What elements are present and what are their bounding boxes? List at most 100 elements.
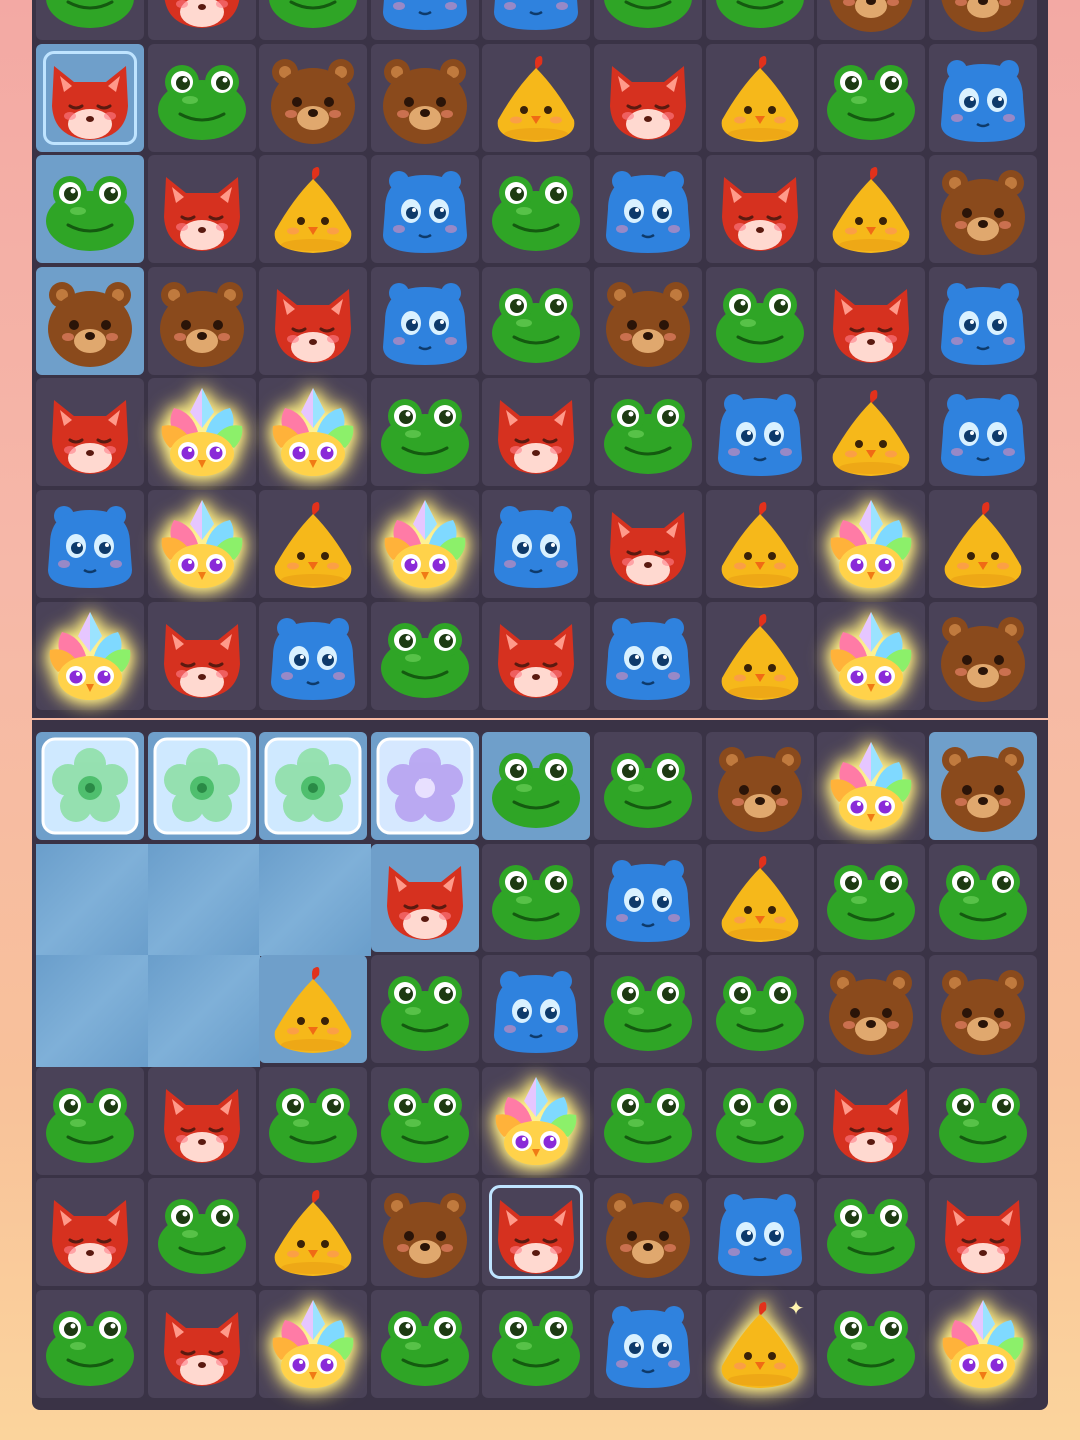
hippo-icon[interactable] [486, 959, 586, 1059]
chick-icon[interactable] [710, 48, 810, 148]
bottom-cell-r1-c5[interactable] [594, 843, 702, 952]
top-cell-r5-c6[interactable] [705, 490, 814, 598]
bottom-cell-r5-c4[interactable] [482, 1290, 591, 1398]
bear-icon[interactable] [375, 1182, 475, 1282]
frog-icon[interactable] [821, 1294, 921, 1394]
bottom-cell-r1-c3[interactable] [370, 843, 479, 952]
bottom-cell-r4-c3[interactable] [370, 1178, 479, 1287]
owl-icon[interactable] [152, 494, 252, 594]
frog-icon[interactable] [598, 0, 698, 36]
fox-icon[interactable] [486, 382, 586, 482]
chick-icon[interactable] [710, 606, 810, 706]
top-cell-r1-c6[interactable] [705, 43, 814, 152]
fox-icon[interactable] [152, 1071, 252, 1171]
owl-icon[interactable] [821, 736, 921, 836]
bottom-cell-r2-c0[interactable] [36, 955, 148, 1068]
frog-icon[interactable] [152, 1182, 252, 1282]
owl-icon[interactable] [263, 382, 363, 482]
fox-icon[interactable] [152, 159, 252, 259]
frog-icon[interactable] [598, 1071, 698, 1171]
bottom-cell-r2-c6[interactable] [705, 955, 814, 1064]
chick-icon[interactable] [263, 1182, 363, 1282]
top-cell-r1-c3[interactable] [370, 43, 479, 152]
top-cell-r2-c1[interactable] [147, 155, 256, 264]
bear-icon[interactable] [598, 271, 698, 371]
flower-green-icon[interactable] [263, 736, 363, 836]
bottom-cell-r1-c6[interactable] [705, 843, 814, 952]
top-cell-r1-c2[interactable] [259, 43, 368, 152]
bottom-cell-r1-c1[interactable] [147, 843, 260, 956]
hippo-icon[interactable] [933, 382, 1033, 482]
bottom-cell-r1-c7[interactable] [817, 843, 926, 952]
hippo-icon[interactable] [710, 382, 810, 482]
bottom-cell-r5-c3[interactable] [370, 1290, 479, 1398]
fox-icon[interactable] [152, 606, 252, 706]
bottom-cell-r5-c5[interactable] [594, 1290, 702, 1398]
bear-icon[interactable] [152, 271, 252, 371]
owl-icon[interactable] [486, 1071, 586, 1171]
frog-icon[interactable] [710, 959, 810, 1059]
top-cell-r5-c8[interactable] [928, 490, 1037, 598]
bottom-cell-r0-c0[interactable] [36, 732, 144, 840]
flower-green-icon[interactable] [152, 736, 252, 836]
bear-icon[interactable] [710, 736, 810, 836]
top-cell-r4-c2[interactable] [259, 378, 368, 487]
fox-icon[interactable] [821, 271, 921, 371]
frog-icon[interactable] [598, 382, 698, 482]
owl-icon[interactable] [40, 606, 140, 706]
fox-icon[interactable] [933, 1182, 1033, 1282]
chick-icon[interactable] [821, 382, 921, 482]
top-cell-r4-c5[interactable] [594, 378, 702, 487]
bottom-cell-r0-c1[interactable] [147, 732, 256, 840]
hippo-icon[interactable] [710, 1182, 810, 1282]
frog-icon[interactable] [821, 1182, 921, 1282]
bottom-cell-r4-c8[interactable] [928, 1178, 1037, 1287]
frog-icon[interactable] [152, 48, 252, 148]
frog-icon[interactable] [40, 159, 140, 259]
top-cell-r4-c8[interactable] [928, 378, 1037, 487]
bottom-cell-r5-c1[interactable] [147, 1290, 256, 1398]
chick-icon[interactable] [263, 494, 363, 594]
top-cell-r5-c0[interactable] [36, 490, 144, 598]
top-cell-r0-c0[interactable] [36, 0, 144, 40]
fox-icon[interactable] [598, 48, 698, 148]
hippo-icon[interactable] [40, 494, 140, 594]
bear-icon[interactable] [598, 1182, 698, 1282]
bear-icon[interactable] [933, 736, 1033, 836]
top-cell-r5-c7[interactable] [817, 490, 926, 598]
frog-icon[interactable] [710, 1071, 810, 1171]
top-cell-r6-c4[interactable] [482, 601, 591, 710]
bottom-cell-r1-c4[interactable] [482, 843, 591, 952]
top-cell-r6-c5[interactable] [594, 601, 702, 710]
bottom-cell-r0-c7[interactable] [817, 732, 926, 840]
bear-icon[interactable] [933, 0, 1033, 36]
bear-icon[interactable] [263, 48, 363, 148]
top-cell-r0-c1[interactable] [147, 0, 256, 40]
top-cell-r1-c0[interactable] [36, 43, 144, 152]
bear-icon[interactable] [933, 959, 1033, 1059]
owl-icon[interactable] [933, 1294, 1033, 1394]
top-cell-r2-c3[interactable] [370, 155, 479, 264]
top-cell-r6-c3[interactable] [370, 601, 479, 710]
top-cell-r0-c6[interactable] [705, 0, 814, 40]
top-cell-r5-c1[interactable] [147, 490, 256, 598]
top-cell-r2-c5[interactable] [594, 155, 702, 264]
bottom-cell-r3-c7[interactable] [817, 1066, 926, 1175]
bottom-cell-r1-c2[interactable] [259, 843, 372, 956]
hippo-icon[interactable] [486, 0, 586, 36]
frog-icon[interactable] [598, 736, 698, 836]
frog-icon[interactable] [933, 848, 1033, 948]
top-cell-r0-c8[interactable] [928, 0, 1037, 40]
bottom-cell-r5-c8[interactable] [928, 1290, 1037, 1398]
frog-icon[interactable] [40, 0, 140, 36]
bear-icon[interactable] [40, 271, 140, 371]
bottom-cell-r3-c3[interactable] [370, 1066, 479, 1175]
bottom-cell-r2-c8[interactable] [928, 955, 1037, 1064]
top-cell-r2-c7[interactable] [817, 155, 926, 264]
frog-icon[interactable] [375, 1294, 475, 1394]
top-cell-r3-c8[interactable] [928, 266, 1037, 375]
top-cell-r2-c8[interactable] [928, 155, 1037, 264]
bottom-cell-r2-c3[interactable] [370, 955, 479, 1064]
frog-icon[interactable] [598, 959, 698, 1059]
hippo-icon[interactable] [598, 848, 698, 948]
